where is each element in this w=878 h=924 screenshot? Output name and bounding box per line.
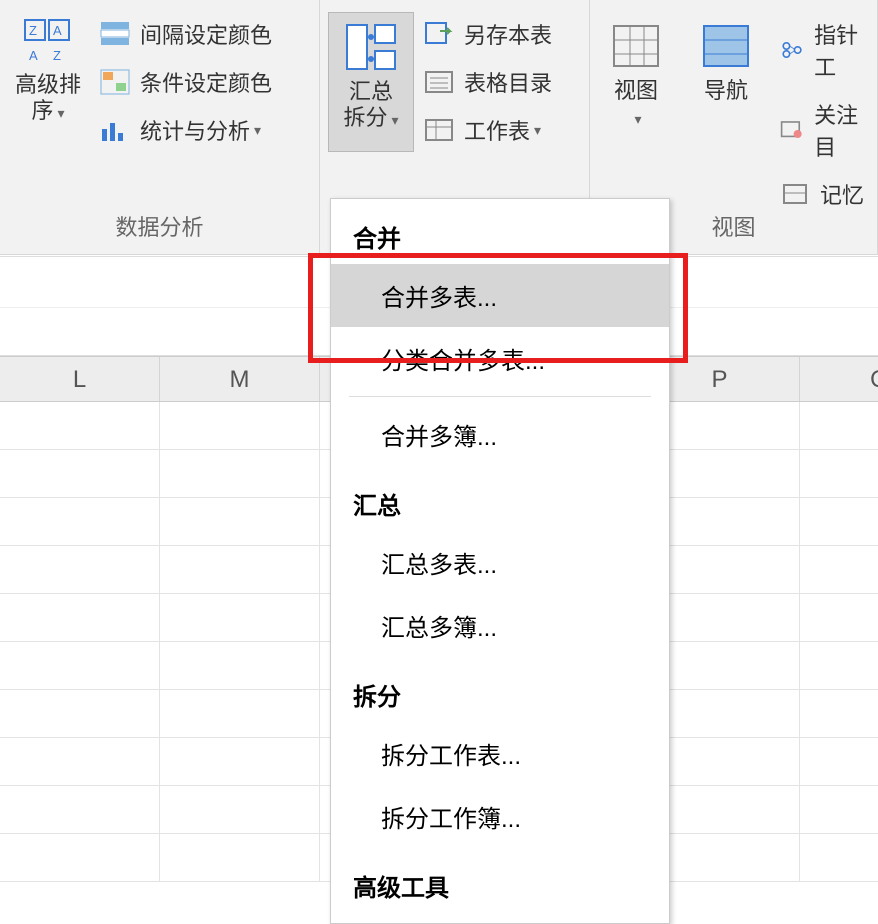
toc-label: 表格目录 <box>464 66 552 98</box>
split-sheet-item[interactable]: 拆分工作表... <box>331 722 669 785</box>
col-header[interactable]: L <box>0 357 160 401</box>
category-merge-item[interactable]: 分类合并多表... <box>331 327 669 390</box>
stats-analysis-button[interactable]: 统计与分析▾ <box>98 108 274 152</box>
worksheet-button[interactable]: 工作表▾ <box>422 108 554 152</box>
chevron-down-icon: ▾ <box>634 111 641 127</box>
memory-label: 记忆 <box>820 178 864 210</box>
advanced-sort-button[interactable]: ZAAZ 高级排序▾ <box>8 12 88 152</box>
svg-text:A: A <box>29 48 38 63</box>
condition-color-icon <box>100 69 130 95</box>
worksheet-label: 工作表 <box>464 114 530 146</box>
pointer-icon <box>780 37 804 63</box>
chevron-down-icon: ▾ <box>57 105 64 121</box>
summary-workbooks-item[interactable]: 汇总多簿... <box>331 594 669 657</box>
memory-button[interactable]: 记忆 <box>778 172 869 216</box>
follow-label: 关注目 <box>814 98 867 162</box>
svg-text:A: A <box>53 23 62 38</box>
section-summary: 汇总 <box>331 466 669 531</box>
split-workbook-item[interactable]: 拆分工作簿... <box>331 785 669 848</box>
condition-color-label: 条件设定颜色 <box>140 66 272 98</box>
svg-text:Z: Z <box>29 23 37 38</box>
nav-icon <box>698 18 754 74</box>
stats-label: 统计与分析 <box>140 114 250 146</box>
save-as-sheet-label: 另存本表 <box>464 18 552 50</box>
grid-view-icon <box>608 18 664 74</box>
table-contents-button[interactable]: 表格目录 <box>422 60 554 104</box>
save-sheet-icon <box>424 21 454 47</box>
nav-button[interactable]: 导航 <box>688 12 764 216</box>
group-label: 数据分析 <box>115 210 203 242</box>
svg-text:Z: Z <box>53 48 61 63</box>
follow-button[interactable]: 关注目 <box>778 92 869 168</box>
view-button[interactable]: 视图 ▾ <box>598 12 674 216</box>
worksheet-icon <box>424 117 454 143</box>
toc-icon <box>424 69 454 95</box>
condition-color-button[interactable]: 条件设定颜色 <box>98 60 274 104</box>
section-merge: 合并 <box>331 199 669 264</box>
summary-split-icon <box>343 19 399 75</box>
merge-sheets-item[interactable]: 合并多表... <box>331 264 669 327</box>
view-label: 视图 <box>614 78 658 103</box>
sort-label: 高级排序 <box>15 72 81 123</box>
summary-split-button[interactable]: 汇总拆分▾ <box>328 12 414 152</box>
color-rows-icon <box>100 21 130 47</box>
interval-color-label: 间隔设定颜色 <box>140 18 272 50</box>
separator <box>349 396 651 397</box>
pointer-tool-button[interactable]: 指针工 <box>778 12 869 88</box>
section-split: 拆分 <box>331 657 669 722</box>
col-header[interactable]: M <box>160 357 320 401</box>
ribbon-group-data-analysis: ZAAZ 高级排序▾ 间隔设定颜色 条件设定颜色 统计与分析▾ 数据分析 <box>0 0 320 254</box>
follow-icon <box>780 117 804 143</box>
col-header[interactable]: Q <box>800 357 878 401</box>
stats-icon <box>100 117 130 143</box>
section-advanced: 高级工具 <box>331 848 669 913</box>
chevron-down-icon: ▾ <box>254 122 261 139</box>
chevron-down-icon: ▾ <box>391 112 398 128</box>
summary-split-label: 汇总拆分 <box>343 79 393 130</box>
group-label: 视图 <box>711 210 755 242</box>
memory-icon <box>780 181 810 207</box>
summary-sheets-item[interactable]: 汇总多表... <box>331 531 669 594</box>
interval-color-button[interactable]: 间隔设定颜色 <box>98 12 274 56</box>
merge-workbooks-item[interactable]: 合并多簿... <box>331 403 669 466</box>
chevron-down-icon: ▾ <box>534 122 541 139</box>
pointer-label: 指针工 <box>814 18 867 82</box>
nav-label: 导航 <box>704 78 748 103</box>
summary-split-dropdown: 合并 合并多表... 分类合并多表... 合并多簿... 汇总 汇总多表... … <box>330 198 670 924</box>
sort-icon: ZAAZ <box>23 18 73 68</box>
save-as-sheet-button[interactable]: 另存本表 <box>422 12 554 56</box>
